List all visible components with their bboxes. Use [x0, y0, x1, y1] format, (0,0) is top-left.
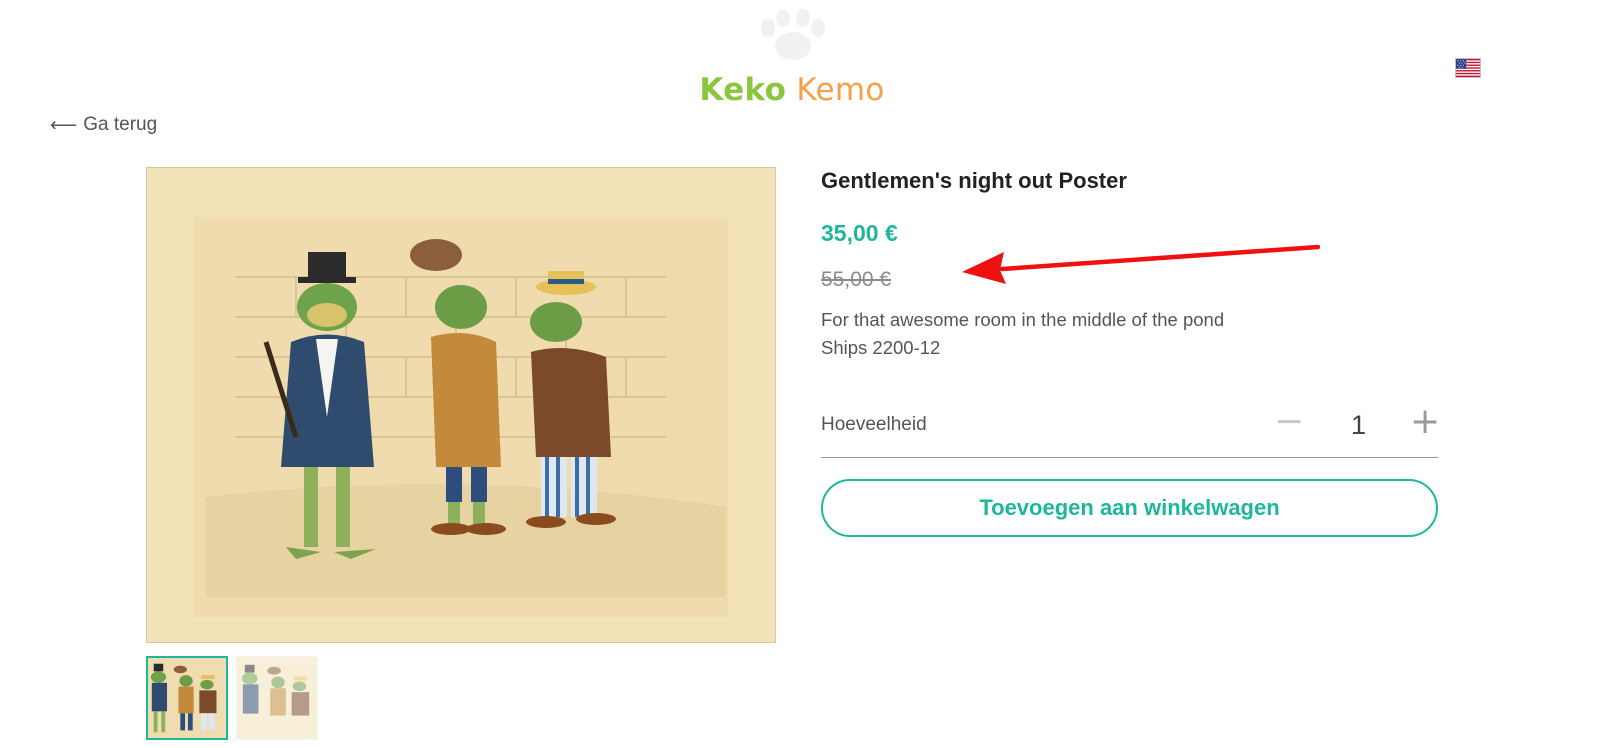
add-to-cart-button[interactable]: Toevoegen aan winkelwagen — [821, 479, 1438, 537]
quantity-row: Hoeveelheid − 1 + — [821, 402, 1440, 458]
brand-first-word: Keko — [699, 72, 787, 108]
back-link-label: Ga terug — [83, 114, 158, 135]
brand-second-word: Kemo — [796, 72, 885, 108]
product-main-image[interactable] — [146, 167, 776, 643]
us-flag-icon[interactable] — [1455, 58, 1481, 78]
arrow-left-icon: ⟵ — [50, 114, 78, 136]
quantity-value[interactable]: 1 — [1351, 410, 1366, 441]
description-line-1: For that awesome room in the middle of t… — [821, 309, 1225, 330]
annotation-arrow-icon — [962, 244, 1320, 284]
paw-logo-icon — [761, 9, 825, 60]
product-old-price: 55,00 € — [821, 268, 892, 291]
product-description: For that awesome room in the middle of t… — [821, 306, 1224, 362]
description-line-2: Ships 2200-12 — [821, 337, 941, 358]
brand-logo[interactable]: Keko Kemo — [0, 72, 1584, 108]
quantity-label: Hoeveelheid — [821, 414, 927, 435]
product-price: 35,00 € — [821, 220, 898, 246]
product-thumbnail-2[interactable] — [236, 656, 318, 740]
product-title: Gentlemen's night out Poster — [821, 168, 1127, 193]
product-thumbnail-1[interactable] — [146, 656, 228, 740]
quantity-decrease-button[interactable]: − — [1274, 404, 1304, 440]
back-link[interactable]: ⟵ Ga terug — [50, 114, 157, 136]
quantity-increase-button[interactable]: + — [1410, 404, 1440, 440]
